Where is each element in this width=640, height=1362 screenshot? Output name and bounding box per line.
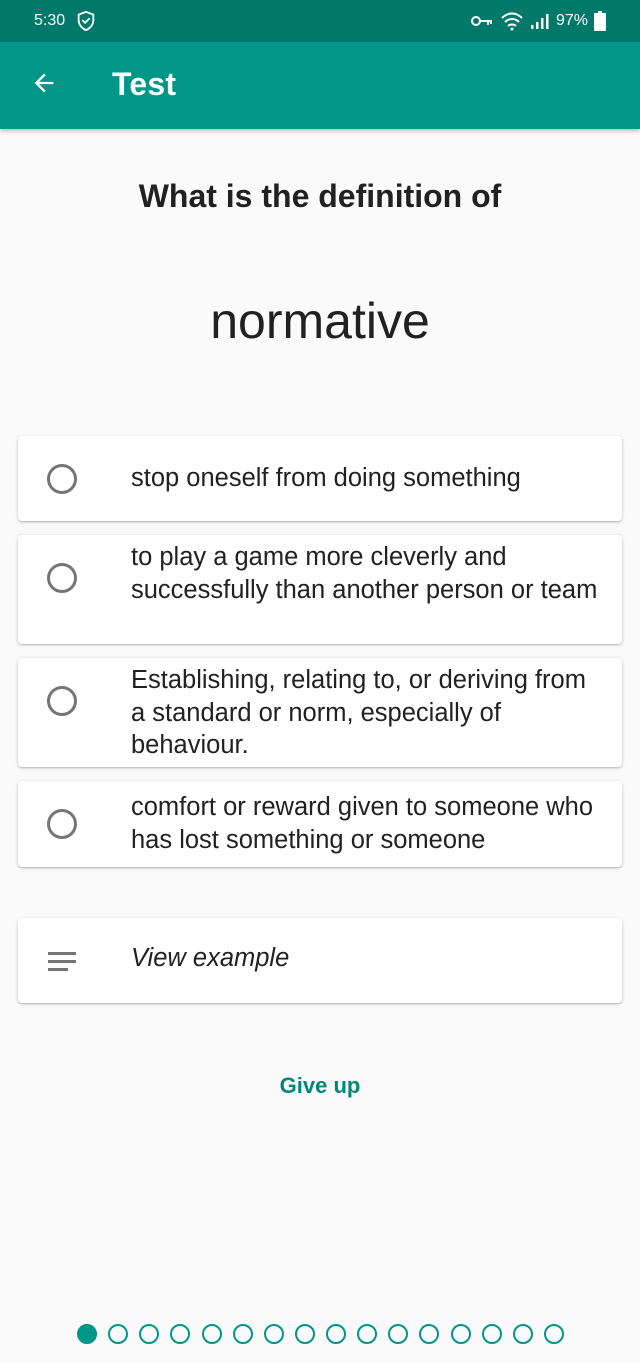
status-time: 5:30 [34, 12, 66, 29]
pager-dot [543, 1324, 564, 1344]
pager-dot [326, 1324, 346, 1344]
pager-dot [481, 1324, 502, 1344]
view-example-label: View example [131, 944, 290, 972]
pager-dot [512, 1324, 533, 1344]
answer-option-label: to play a game more cleverly and success… [131, 543, 598, 604]
question-prompt: What is the definition of [138, 178, 502, 214]
radio-button[interactable] [47, 686, 77, 716]
radio-button[interactable] [47, 809, 77, 839]
view-example-button[interactable]: View example [18, 918, 622, 1003]
battery-percent: 97% [555, 12, 588, 29]
pager-dot [232, 1324, 253, 1344]
vpn-key-icon [470, 13, 494, 29]
arrow-back-icon [30, 69, 58, 102]
answer-option-label: Establishing, relating to, or deriving f… [131, 666, 586, 759]
back-button[interactable] [24, 62, 64, 108]
pager-dot [77, 1324, 97, 1344]
page-title: Test [112, 66, 177, 102]
answer-option-2[interactable]: to play a game more cleverly and success… [18, 535, 622, 644]
app-bar: Test [0, 42, 640, 129]
pager-dot [170, 1324, 191, 1344]
pager-dot [201, 1324, 222, 1344]
radio-button[interactable] [47, 464, 77, 494]
signal-icon [530, 12, 550, 30]
pager-dot [139, 1324, 160, 1344]
pager-dot [294, 1324, 315, 1344]
answer-option-4[interactable]: comfort or reward given to someone who h… [18, 781, 622, 867]
wifi-icon [500, 11, 524, 31]
answer-option-1[interactable]: stop oneself from doing something [18, 436, 622, 521]
pager-dot [419, 1324, 440, 1344]
status-right: 97% [470, 11, 606, 31]
pager-dot [450, 1324, 471, 1344]
question-word: normative [210, 293, 430, 349]
radio-button[interactable] [47, 563, 77, 593]
status-left: 5:30 [34, 10, 97, 32]
battery-icon [594, 11, 606, 31]
shield-icon [75, 10, 97, 32]
give-up-button[interactable]: Give up [220, 1066, 420, 1106]
pager-dot [263, 1324, 284, 1344]
status-bar: 5:30 97% [0, 0, 640, 42]
progress-pager [77, 1324, 564, 1344]
notes-icon [48, 952, 76, 972]
answer-option-label: comfort or reward given to someone who h… [131, 793, 594, 854]
pager-dot [108, 1324, 129, 1344]
answer-option-3[interactable]: Establishing, relating to, or deriving f… [18, 658, 622, 767]
pager-dot [388, 1324, 409, 1344]
pager-dot [357, 1324, 378, 1344]
answer-option-label: stop oneself from doing something [131, 464, 521, 492]
